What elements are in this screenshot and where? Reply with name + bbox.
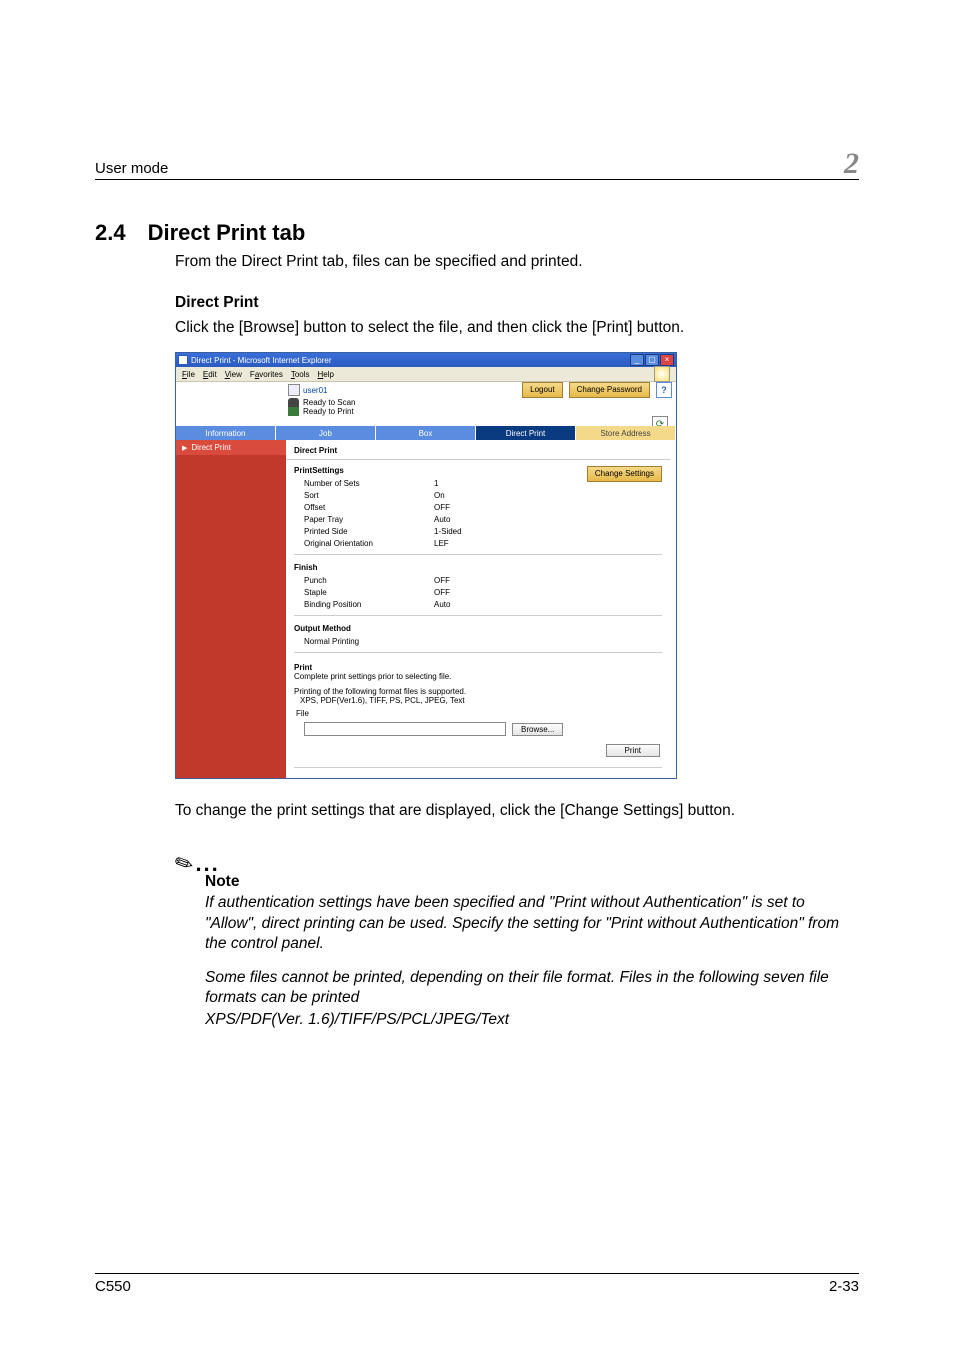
user-icon [288, 384, 300, 396]
print-note: XPS, PDF(Ver1.6), TIFF, PS, PCL, JPEG, T… [294, 696, 662, 705]
pen-icon: ✎ [170, 849, 198, 880]
embedded-screenshot: Direct Print - Microsoft Internet Explor… [175, 352, 859, 779]
note-paragraph-3: XPS/PDF(Ver. 1.6)/TIFF/PS/PCL/JPEG/Text [205, 1010, 859, 1030]
tab-store-address[interactable]: Store Address [576, 426, 676, 440]
subsection-intro: Click the [Browse] button to select the … [175, 318, 859, 338]
ps-label: Original Orientation [294, 538, 434, 550]
ps-label: Offset [294, 502, 434, 514]
ps-value: Auto [434, 514, 450, 526]
triangle-right-icon: ▶ [182, 444, 187, 452]
printer-icon [288, 407, 299, 416]
note-heading: Note [205, 873, 859, 891]
fin-label: Staple [294, 587, 434, 599]
logout-button[interactable]: Logout [522, 382, 562, 398]
ps-value: OFF [434, 502, 450, 514]
change-settings-button[interactable]: Change Settings [587, 466, 662, 482]
section-print: Print [294, 663, 662, 672]
tab-direct-print[interactable]: Direct Print [476, 426, 576, 440]
file-label: File [294, 709, 662, 718]
section-output: Output Method [294, 624, 670, 633]
tab-information[interactable]: Information [176, 426, 276, 440]
footer-left: C550 [95, 1278, 131, 1295]
footer-right: 2-33 [829, 1278, 859, 1295]
menu-favorites[interactable]: Favorites [250, 370, 283, 379]
status-scan: Ready to Scan [303, 398, 355, 407]
ps-value: On [434, 490, 445, 502]
ps-label: Paper Tray [294, 514, 434, 526]
intro-paragraph: From the Direct Print tab, files can be … [175, 252, 859, 272]
print-note: Printing of the following format files i… [294, 687, 662, 696]
menu-edit[interactable]: Edit [203, 370, 217, 379]
ps-value: 1 [434, 478, 438, 490]
help-icon[interactable]: ? [656, 382, 672, 398]
subsection-heading: Direct Print [175, 294, 859, 312]
fin-value: OFF [434, 587, 450, 599]
ps-value: LEF [434, 538, 449, 550]
change-password-button[interactable]: Change Password [569, 382, 650, 398]
menu-view[interactable]: View [225, 370, 242, 379]
out-label: Normal Printing [294, 636, 434, 648]
ie-titlebar: Direct Print - Microsoft Internet Explor… [176, 353, 676, 367]
menu-file[interactable]: File [182, 370, 195, 379]
section-title: Direct Print tab [148, 220, 306, 246]
section-number: 2.4 [95, 220, 126, 246]
ps-value: 1-Sided [434, 526, 462, 538]
file-path-input[interactable] [304, 722, 506, 736]
fin-label: Binding Position [294, 599, 434, 611]
main-tabs: Information Job Box Direct Print Store A… [176, 426, 676, 440]
section-finish: Finish [294, 563, 670, 572]
sidebar: ▶ Direct Print [176, 440, 286, 778]
maximize-button[interactable]: ▢ [645, 354, 659, 366]
scanner-icon [288, 398, 299, 407]
note-paragraph-2: Some files cannot be printed, depending … [205, 968, 859, 1008]
fin-label: Punch [294, 575, 434, 587]
status-print: Ready to Print [303, 407, 354, 416]
tab-job[interactable]: Job [276, 426, 376, 440]
ie-window-title: Direct Print - Microsoft Internet Explor… [191, 356, 331, 365]
user-name: user01 [303, 386, 327, 395]
fin-value: Auto [434, 599, 450, 611]
print-note: Complete print settings prior to selecti… [294, 672, 662, 681]
tab-box[interactable]: Box [376, 426, 476, 440]
browse-button[interactable]: Browse... [512, 723, 563, 736]
sidebar-item-label: Direct Print [191, 443, 231, 452]
ps-label: Number of Sets [294, 478, 434, 490]
sidebar-item-direct-print[interactable]: ▶ Direct Print [176, 440, 286, 455]
running-head-right: 2 [844, 150, 859, 177]
section-heading: 2.4 Direct Print tab [95, 220, 859, 246]
page-footer: C550 2-33 [95, 1273, 859, 1295]
minimize-button[interactable]: _ [630, 354, 644, 366]
ie-logo-icon [654, 366, 670, 382]
panel-title: Direct Print [286, 444, 670, 460]
after-screenshot-paragraph: To change the print settings that are di… [175, 801, 859, 821]
running-head-left: User mode [95, 160, 168, 177]
menu-help[interactable]: Help [318, 370, 334, 379]
menu-tools[interactable]: Tools [291, 370, 310, 379]
ps-label: Printed Side [294, 526, 434, 538]
running-head: User mode 2 [95, 150, 859, 180]
print-button[interactable]: Print [606, 744, 660, 757]
note-paragraph-1: If authentication settings have been spe… [205, 893, 859, 953]
ps-label: Sort [294, 490, 434, 502]
fin-value: OFF [434, 575, 450, 587]
ie-app-icon [178, 355, 188, 365]
ie-menubar: File Edit View Favorites Tools Help [176, 367, 676, 382]
close-button[interactable]: × [660, 354, 674, 366]
